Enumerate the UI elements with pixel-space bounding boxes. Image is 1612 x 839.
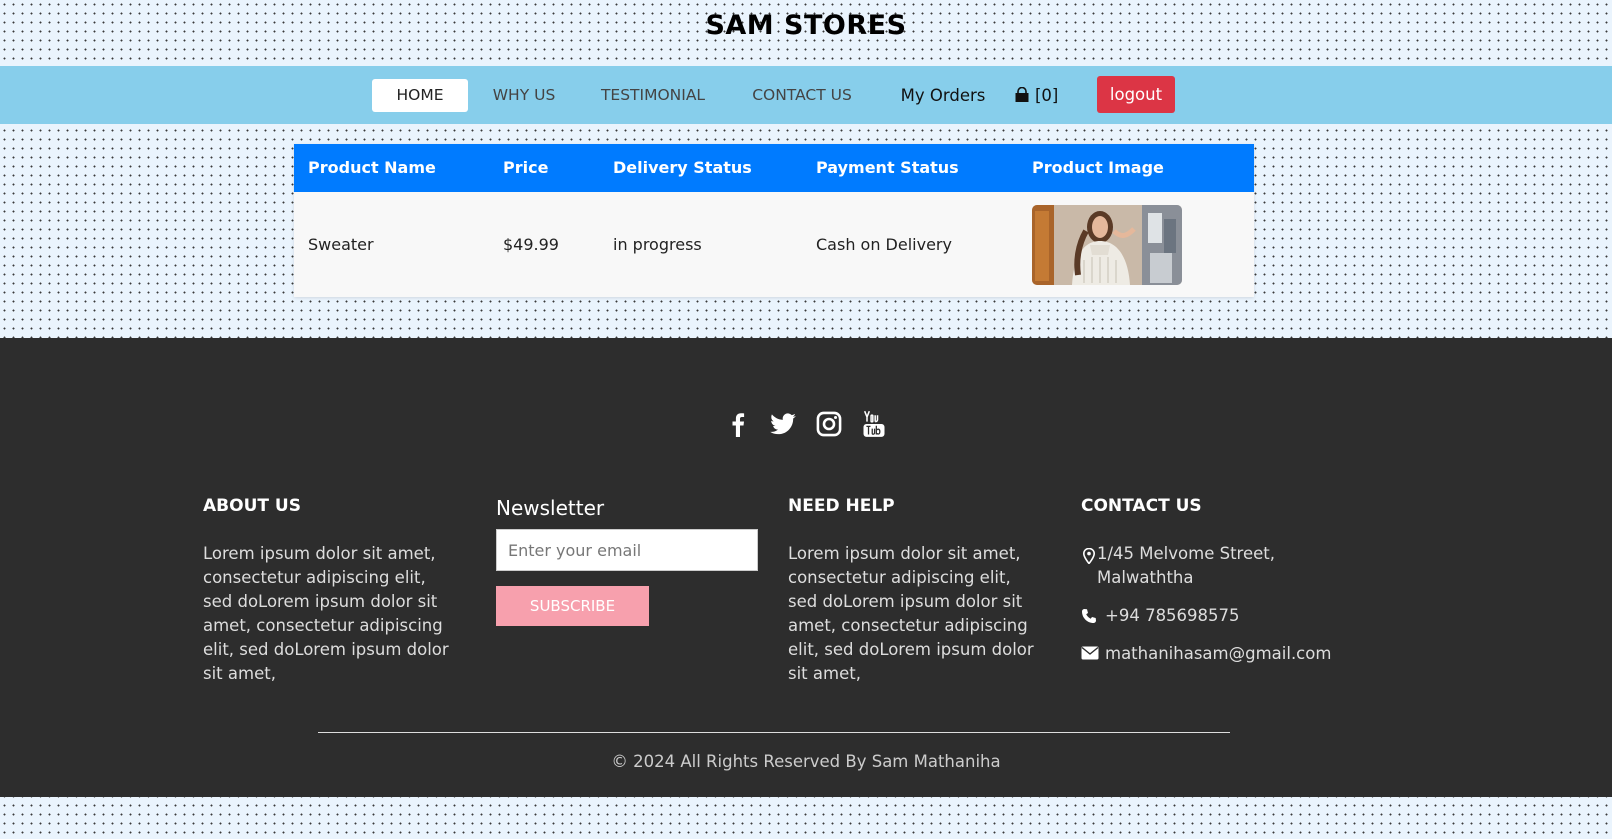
envelope-icon	[1081, 646, 1099, 660]
email-input[interactable]	[496, 529, 758, 571]
help-title: NEED HELP	[788, 496, 895, 516]
orders-table: Product Name Price Delivery Status Payme…	[294, 144, 1254, 297]
help-text: Lorem ipsum dolor sit amet, consectetur …	[788, 544, 1034, 683]
about-title: ABOUT US	[203, 496, 301, 516]
about-text: Lorem ipsum dolor sit amet, consectetur …	[203, 544, 449, 683]
logout-button[interactable]: logout	[1097, 76, 1175, 113]
newsletter-section: Newsletter SUBSCRIBE	[496, 496, 758, 626]
instagram-icon[interactable]	[815, 410, 843, 438]
subscribe-button[interactable]: SUBSCRIBE	[496, 586, 649, 626]
header-price: Price	[503, 158, 549, 177]
cell-payment-status: Cash on Delivery	[816, 235, 952, 254]
cell-delivery-status: in progress	[613, 235, 702, 254]
header-delivery-status: Delivery Status	[613, 158, 752, 177]
address-line-1: 1/45 Melvome Street,	[1097, 544, 1275, 563]
newsletter-title: Newsletter	[496, 496, 605, 520]
twitter-icon[interactable]	[769, 410, 797, 438]
address-line-2: Malwaththa	[1097, 568, 1194, 587]
contact-section: CONTACT US 1/45 Melvome Street, Malwatht…	[1081, 496, 1361, 666]
email-address[interactable]: mathanihasam@gmail.com	[1105, 644, 1331, 663]
table-header: Product Name Price Delivery Status Payme…	[294, 144, 1254, 192]
cart-count: [0]	[1034, 86, 1059, 105]
product-image	[1032, 205, 1182, 285]
about-section: ABOUT US Lorem ipsum dolor sit amet, con…	[203, 496, 458, 686]
nav-contact-us[interactable]: CONTACT US	[744, 79, 860, 112]
nav-home[interactable]: HOME	[372, 79, 468, 112]
header-payment-status: Payment Status	[816, 158, 959, 177]
site-title: SAM STORES	[705, 10, 907, 41]
nav-why-us[interactable]: WHY US	[482, 79, 566, 112]
navbar: HOME WHY US TESTIMONIAL CONTACT US My Or…	[0, 66, 1612, 124]
cell-price: $49.99	[503, 235, 559, 254]
nav-cart[interactable]: [0]	[1006, 79, 1066, 112]
social-links	[0, 410, 1612, 438]
contact-address: 1/45 Melvome Street, Malwaththa	[1081, 542, 1361, 590]
nav-my-orders[interactable]: My Orders	[898, 79, 988, 112]
contact-title: CONTACT US	[1081, 496, 1202, 516]
header-product-name: Product Name	[308, 158, 436, 177]
footer: ABOUT US Lorem ipsum dolor sit amet, con…	[0, 338, 1612, 797]
phone-number: +94 785698575	[1105, 606, 1240, 625]
header-product-image: Product Image	[1032, 158, 1164, 177]
copyright: © 2024 All Rights Reserved By Sam Mathan…	[611, 752, 1001, 771]
map-marker-icon	[1083, 548, 1095, 564]
footer-divider	[318, 732, 1230, 733]
cell-product-name: Sweater	[308, 235, 374, 254]
youtube-icon[interactable]	[860, 410, 888, 438]
contact-phone: +94 785698575	[1081, 604, 1361, 628]
contact-email: mathanihasam@gmail.com	[1081, 642, 1361, 666]
help-section: NEED HELP Lorem ipsum dolor sit amet, co…	[788, 496, 1043, 686]
shopping-bag-icon	[1014, 86, 1035, 105]
nav-testimonial[interactable]: TESTIMONIAL	[594, 79, 712, 112]
table-row: Sweater $49.99 in progress Cash on Deliv…	[294, 192, 1254, 297]
phone-icon	[1082, 609, 1096, 623]
facebook-icon[interactable]	[724, 410, 752, 438]
